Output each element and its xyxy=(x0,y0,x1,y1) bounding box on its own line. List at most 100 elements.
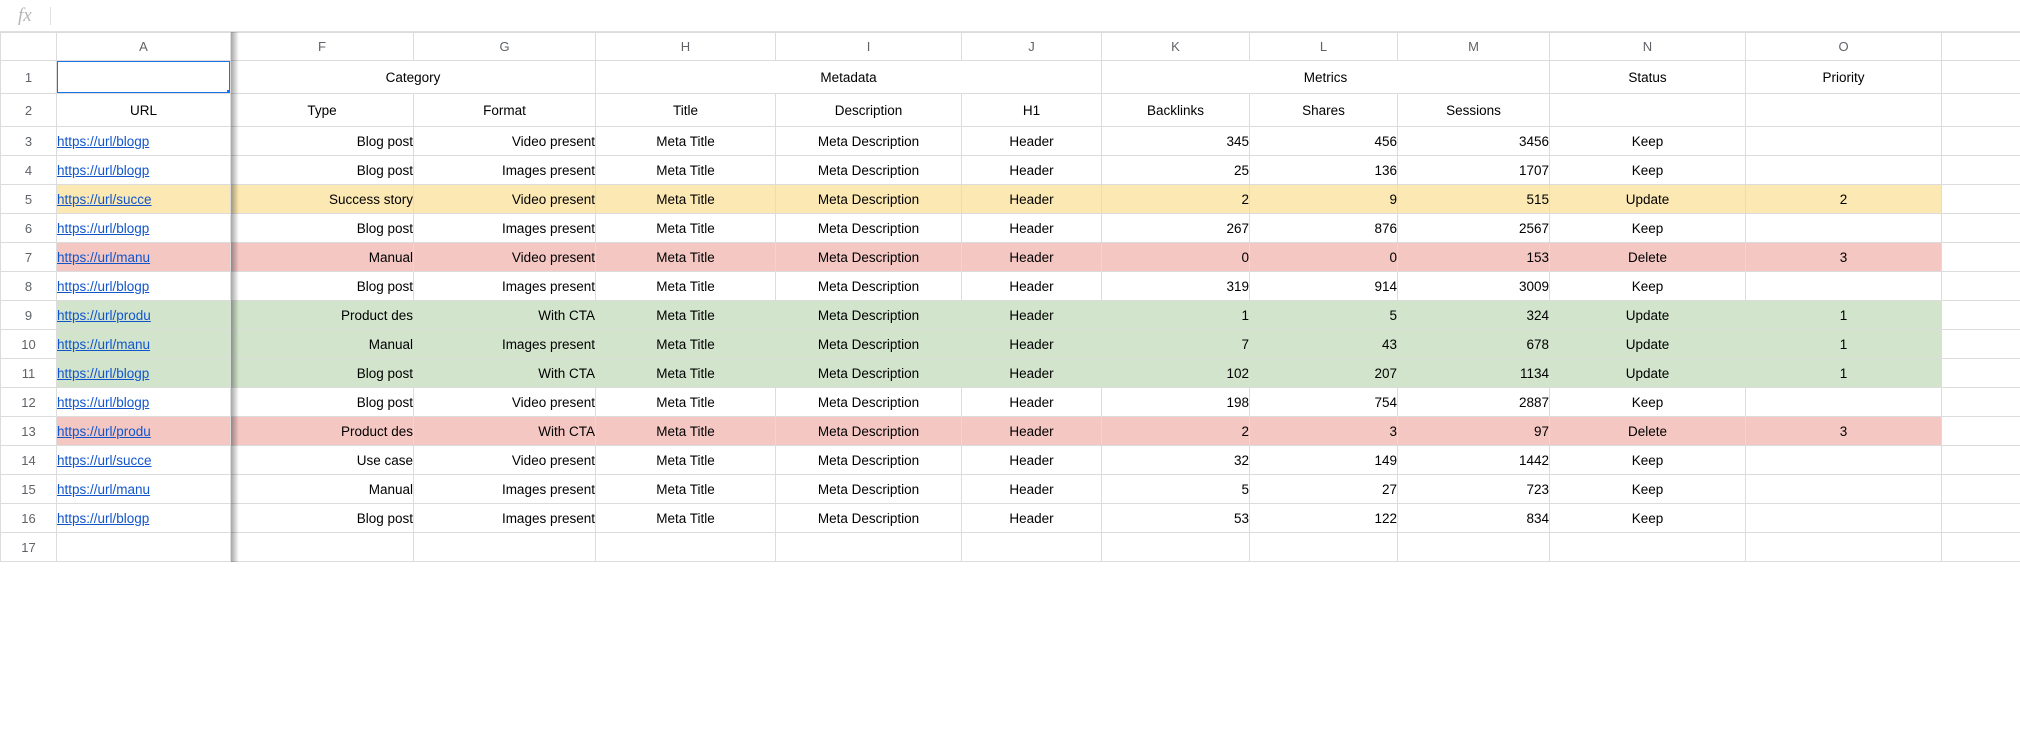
header-shares[interactable]: Shares xyxy=(1250,94,1398,127)
row-header-11[interactable]: 11 xyxy=(1,359,57,388)
url-link[interactable]: https://url/blogp xyxy=(57,134,149,149)
cell-status[interactable]: Keep xyxy=(1550,156,1746,185)
cell-sessions[interactable]: 1134 xyxy=(1398,359,1550,388)
header-format[interactable]: Format xyxy=(414,94,596,127)
cell-backlinks[interactable]: 32 xyxy=(1102,446,1250,475)
cell-url[interactable]: https://url/blogp xyxy=(57,214,231,243)
cell-extra[interactable] xyxy=(1942,359,2020,388)
cell-h1[interactable]: Header xyxy=(962,504,1102,533)
row-header-4[interactable]: 4 xyxy=(1,156,57,185)
cell-status[interactable]: Keep xyxy=(1550,127,1746,156)
cell-shares[interactable]: 207 xyxy=(1250,359,1398,388)
col-header-extra[interactable] xyxy=(1942,33,2020,61)
url-link[interactable]: https://url/succe xyxy=(57,453,152,468)
cell-priority[interactable] xyxy=(1746,475,1942,504)
cell-extra-2[interactable] xyxy=(1942,94,2020,127)
header-h1[interactable]: H1 xyxy=(962,94,1102,127)
col-header-I[interactable]: I xyxy=(776,33,962,61)
row-header-16[interactable]: 16 xyxy=(1,504,57,533)
cell-sessions[interactable]: 834 xyxy=(1398,504,1550,533)
cell-shares[interactable]: 3 xyxy=(1250,417,1398,446)
cell-description[interactable]: Meta Description xyxy=(776,446,962,475)
cell-priority[interactable]: 2 xyxy=(1746,185,1942,214)
cell-title[interactable]: Meta Title xyxy=(596,417,776,446)
cell-priority[interactable] xyxy=(1746,156,1942,185)
cell-description[interactable]: Meta Description xyxy=(776,156,962,185)
cell-title[interactable]: Meta Title xyxy=(596,301,776,330)
cell-h1[interactable]: Header xyxy=(962,185,1102,214)
cell-shares[interactable]: 0 xyxy=(1250,243,1398,272)
cell-priority[interactable] xyxy=(1746,504,1942,533)
cell-title[interactable]: Meta Title xyxy=(596,504,776,533)
row-header-17[interactable]: 17 xyxy=(1,533,57,562)
band-metadata[interactable]: Metadata xyxy=(596,61,1102,94)
cell-shares[interactable]: 876 xyxy=(1250,214,1398,243)
cell-title[interactable]: Meta Title xyxy=(596,127,776,156)
cell-description[interactable]: Meta Description xyxy=(776,504,962,533)
cell-format[interactable]: Video present xyxy=(414,388,596,417)
cell-format[interactable]: Images present xyxy=(414,475,596,504)
cell-h1[interactable]: Header xyxy=(962,359,1102,388)
cell-shares[interactable]: 456 xyxy=(1250,127,1398,156)
cell-h1[interactable]: Header xyxy=(962,272,1102,301)
cell-status[interactable]: Keep xyxy=(1550,214,1746,243)
cell-type[interactable]: Blog post xyxy=(231,156,414,185)
cell-extra[interactable] xyxy=(1942,446,2020,475)
cell-title[interactable]: Meta Title xyxy=(596,185,776,214)
cell-extra[interactable] xyxy=(1942,243,2020,272)
cell-status[interactable]: Keep xyxy=(1550,504,1746,533)
cell-backlinks[interactable]: 7 xyxy=(1102,330,1250,359)
cell-sessions[interactable]: 2567 xyxy=(1398,214,1550,243)
cell-url[interactable]: https://url/manu xyxy=(57,243,231,272)
row-header-13[interactable]: 13 xyxy=(1,417,57,446)
cell-extra[interactable] xyxy=(1942,185,2020,214)
row-header-3[interactable]: 3 xyxy=(1,127,57,156)
cell-backlinks[interactable]: 2 xyxy=(1102,185,1250,214)
cell-h1[interactable]: Header xyxy=(962,127,1102,156)
cell-status[interactable]: Delete xyxy=(1550,243,1746,272)
cell-url[interactable]: https://url/blogp xyxy=(57,388,231,417)
row-header-10[interactable]: 10 xyxy=(1,330,57,359)
cell-shares[interactable]: 43 xyxy=(1250,330,1398,359)
col-header-O[interactable]: O xyxy=(1746,33,1942,61)
cell-sessions[interactable]: 3456 xyxy=(1398,127,1550,156)
header-status-blank[interactable] xyxy=(1550,94,1746,127)
cell-url[interactable]: https://url/blogp xyxy=(57,359,231,388)
cell-extra[interactable] xyxy=(1942,475,2020,504)
url-link[interactable]: https://url/produ xyxy=(57,308,151,323)
cell-status[interactable]: Keep xyxy=(1550,272,1746,301)
header-title[interactable]: Title xyxy=(596,94,776,127)
cell-backlinks[interactable]: 53 xyxy=(1102,504,1250,533)
band-metrics[interactable]: Metrics xyxy=(1102,61,1550,94)
url-link[interactable]: https://url/manu xyxy=(57,482,150,497)
row-header-9[interactable]: 9 xyxy=(1,301,57,330)
col-header-M[interactable]: M xyxy=(1398,33,1550,61)
cell-format[interactable]: With CTA xyxy=(414,417,596,446)
url-link[interactable]: https://url/blogp xyxy=(57,221,149,236)
cell-sessions[interactable]: 1442 xyxy=(1398,446,1550,475)
cell-description[interactable]: Meta Description xyxy=(776,417,962,446)
cell-backlinks[interactable]: 25 xyxy=(1102,156,1250,185)
cell-url[interactable]: https://url/blogp xyxy=(57,127,231,156)
band-category[interactable]: Category xyxy=(231,61,596,94)
cell-format[interactable]: Video present xyxy=(414,127,596,156)
row-header-6[interactable]: 6 xyxy=(1,214,57,243)
cell-priority[interactable] xyxy=(1746,446,1942,475)
cell-type[interactable]: Blog post xyxy=(231,127,414,156)
cell-format[interactable]: With CTA xyxy=(414,301,596,330)
url-link[interactable]: https://url/succe xyxy=(57,192,152,207)
url-link[interactable]: https://url/produ xyxy=(57,424,151,439)
cell-title[interactable]: Meta Title xyxy=(596,446,776,475)
cell-sessions[interactable]: 1707 xyxy=(1398,156,1550,185)
cell-sessions[interactable]: 515 xyxy=(1398,185,1550,214)
cell-priority[interactable]: 1 xyxy=(1746,330,1942,359)
cell-url[interactable]: https://url/succe xyxy=(57,446,231,475)
cell-status[interactable]: Keep xyxy=(1550,475,1746,504)
cell-sessions[interactable]: 324 xyxy=(1398,301,1550,330)
cell-title[interactable]: Meta Title xyxy=(596,475,776,504)
header-sessions[interactable]: Sessions xyxy=(1398,94,1550,127)
cell-priority[interactable] xyxy=(1746,388,1942,417)
cell-h1[interactable]: Header xyxy=(962,214,1102,243)
band-status[interactable]: Status xyxy=(1550,61,1746,94)
header-url[interactable]: URL xyxy=(57,94,231,127)
